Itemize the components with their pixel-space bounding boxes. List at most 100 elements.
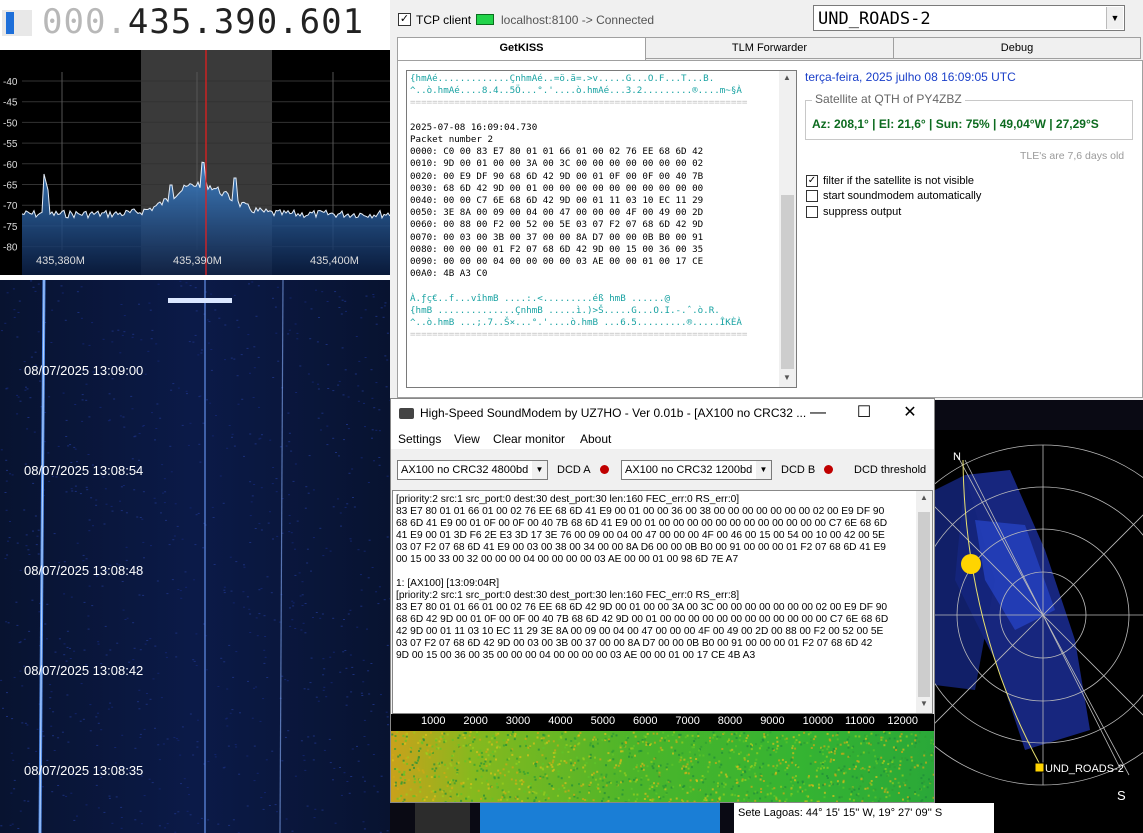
frequency-display[interactable]: 000.435.390.601 [42, 2, 364, 42]
monitor-line: 1: [AX100] [13:09:04R] [396, 578, 500, 589]
chevron-down-icon[interactable]: ▼ [1106, 7, 1123, 29]
taskbar-item[interactable] [480, 803, 720, 833]
db-tick: -45 [3, 98, 18, 109]
tcp-client-checkbox[interactable]: ✓ [398, 13, 411, 26]
monitor-text: [priority:2 src:1 src_port:0 dest:30 des… [396, 494, 888, 662]
satellite-selected: UND_ROADS-2 [818, 9, 931, 29]
freq-tick: 435,400M [310, 255, 359, 267]
tcp-client-label: TCP client [416, 13, 472, 27]
monitor-output[interactable]: [priority:2 src:1 src_port:0 dest:30 des… [392, 490, 933, 714]
ruler-tick: 12000 [887, 715, 918, 727]
db-axis: -40-45-50-55-60-65-70-75-80 [3, 77, 18, 254]
db-tick: -50 [3, 118, 18, 129]
monitor-line: 9D 00 15 00 36 00 35 00 00 00 04 00 00 0… [396, 650, 756, 661]
monitor-line: 41 E9 00 01 3D F6 2E E3 3D 17 3E 76 00 0… [396, 530, 885, 541]
db-tick: -60 [3, 160, 18, 171]
db-tick: -70 [3, 201, 18, 212]
menu-settings[interactable]: Settings [398, 432, 441, 446]
menu-view[interactable]: View [454, 432, 480, 446]
monitor-line: 68 6D 42 9D 00 01 0F 00 0F 00 40 7B 68 6… [396, 614, 889, 625]
south-label: S [1117, 788, 1126, 803]
audio-waterfall-image [391, 731, 934, 802]
minimize-button[interactable]: — [795, 399, 841, 429]
monitor-line: 42 9D 00 01 11 03 10 EC 11 29 3E 8A 00 0… [396, 626, 884, 637]
polar-plot[interactable]: N S UND_ROADS-2 [935, 430, 1143, 833]
db-tick: -75 [3, 222, 18, 233]
satellite-marker[interactable] [1034, 762, 1045, 773]
modem-a-select[interactable]: AX100 no CRC32 4800bd ▼ [397, 460, 548, 480]
monitor-line: 83 E7 80 01 01 66 01 00 02 76 EE 68 6D 4… [396, 506, 885, 517]
chevron-down-icon[interactable]: ▼ [783, 373, 791, 382]
ruler-tick: 8000 [717, 715, 743, 727]
connection-indicator [476, 14, 494, 25]
packet-line: 0040: 00 00 C7 6E 68 6D 42 9D 00 01 11 0… [410, 195, 704, 207]
utc-datetime: terça-feira, 2025 julho 08 16:09:05 UTC [805, 70, 1016, 84]
packet-line: 00A0: 4B A3 C0 [410, 268, 488, 280]
satellite-position: Az: 208,1° | El: 21,6° | Sun: 75% | 49,0… [812, 117, 1099, 131]
taskbar-item[interactable] [415, 803, 470, 833]
maximize-button[interactable]: ☐ [841, 399, 887, 429]
tab-debug[interactable]: Debug [893, 37, 1141, 59]
satellite-label: UND_ROADS-2 [1045, 763, 1124, 775]
tab-getkiss[interactable]: GetKISS [397, 37, 646, 61]
menu-clear-monitor[interactable]: Clear monitor [493, 432, 565, 446]
packet-line: 0000: C0 00 83 E7 80 01 01 66 01 00 02 7… [410, 146, 704, 158]
app-icon [399, 408, 414, 419]
packet-line: 0080: 00 00 00 01 F2 07 68 6D 42 9D 00 1… [410, 243, 704, 255]
ruler-tick: 7000 [675, 715, 700, 727]
modem-b-value: AX100 no CRC32 1200bd [625, 464, 753, 476]
scrollbar-thumb[interactable] [781, 195, 794, 369]
ruler-tick: 4000 [548, 715, 573, 727]
db-tick: -65 [3, 181, 18, 192]
freq-tick: 435,380M [36, 255, 85, 267]
monitor-line: [priority:2 src:1 src_port:0 dest:30 des… [396, 590, 740, 601]
packet-line: ^..ò.hmB ...;.7..Š×...°.'....ò.hmB ...6.… [410, 317, 742, 329]
packet-output[interactable]: {hmAé.............ÇnhmAé..=ö.ã=.>v.....G… [406, 70, 797, 388]
dcd-a-led [600, 465, 609, 474]
monitor-line: 03 07 F2 07 68 6D 41 E9 00 03 00 38 00 3… [396, 542, 886, 553]
dcd-threshold-label[interactable]: DCD threshold [854, 464, 926, 476]
chevron-up-icon[interactable]: ▲ [783, 73, 791, 82]
packet-line: 0020: 00 E9 DF 90 68 6D 42 9D 00 01 0F 0… [410, 170, 704, 182]
ruler-tick: 5000 [590, 715, 616, 727]
suppress-output-label: suppress output [823, 206, 902, 218]
satellite-select[interactable]: UND_ROADS-2 ▼ [813, 5, 1125, 31]
packet-line: {hmB ..............ÇnhmB .....ì.)>Š.....… [410, 304, 720, 316]
suppress-output-checkbox[interactable] [806, 206, 818, 218]
ruler-tick: 6000 [633, 715, 658, 727]
dcd-b-led [824, 465, 833, 474]
start-soundmodem-checkbox[interactable] [806, 190, 818, 202]
dcd-b-label: DCD B [781, 464, 816, 476]
scrollbar-thumb[interactable] [918, 512, 930, 697]
filter-visible-checkbox[interactable]: ✓ [806, 175, 818, 187]
chevron-down-icon[interactable]: ▼ [920, 699, 928, 708]
freq-tick: 435,390M [173, 255, 222, 267]
waterfall-timestamp: 08/07/2025 13:08:42 [24, 663, 144, 678]
close-button[interactable]: ✕ [887, 399, 933, 429]
modem-a-value: AX100 no CRC32 4800bd [401, 464, 529, 476]
ruler-tick: 3000 [505, 715, 531, 727]
chevron-up-icon[interactable]: ▲ [920, 493, 928, 502]
spectrum-plot[interactable]: -40-45-50-55-60-65-70-75-80 [0, 50, 390, 275]
packet-line: 0090: 00 00 00 04 00 00 00 00 03 AE 00 0… [410, 256, 704, 268]
filter-visible-label: filter if the satellite is not visible [823, 175, 975, 187]
chevron-down-icon[interactable]: ▼ [756, 461, 771, 479]
sdr-play-button[interactable] [2, 10, 32, 36]
location-text: Sete Lagoas: 44° 15' 15'' W, 19° 27' 09'… [738, 807, 943, 819]
modem-b-select[interactable]: AX100 no CRC32 1200bd ▼ [621, 460, 772, 480]
packet-line: À.ƒç€..f...vîhmB ....:.<.........éß hmB … [410, 292, 670, 304]
sdr-waterfall[interactable]: 08/07/2025 13:09:00 08/07/2025 13:08:54 … [0, 280, 390, 833]
dcd-a-label: DCD A [557, 464, 591, 476]
packet-line: 2025-07-08 16:09:04.730 [410, 121, 538, 133]
frequency-value: 435.390.601 [127, 2, 365, 42]
chevron-down-icon[interactable]: ▼ [532, 461, 547, 479]
packet-line: ========================================… [410, 329, 748, 341]
north-label: N [953, 451, 961, 463]
tab-tlm-forwarder[interactable]: TLM Forwarder [645, 37, 894, 59]
ruler-tick: 1000 [421, 715, 446, 727]
monitor-line: 00 15 00 33 00 32 00 00 00 04 00 00 00 0… [396, 554, 739, 565]
audio-waterfall[interactable] [391, 731, 934, 802]
db-tick: -40 [3, 77, 18, 88]
packet-line: Packet number 2 [410, 134, 493, 146]
menu-about[interactable]: About [580, 432, 611, 446]
